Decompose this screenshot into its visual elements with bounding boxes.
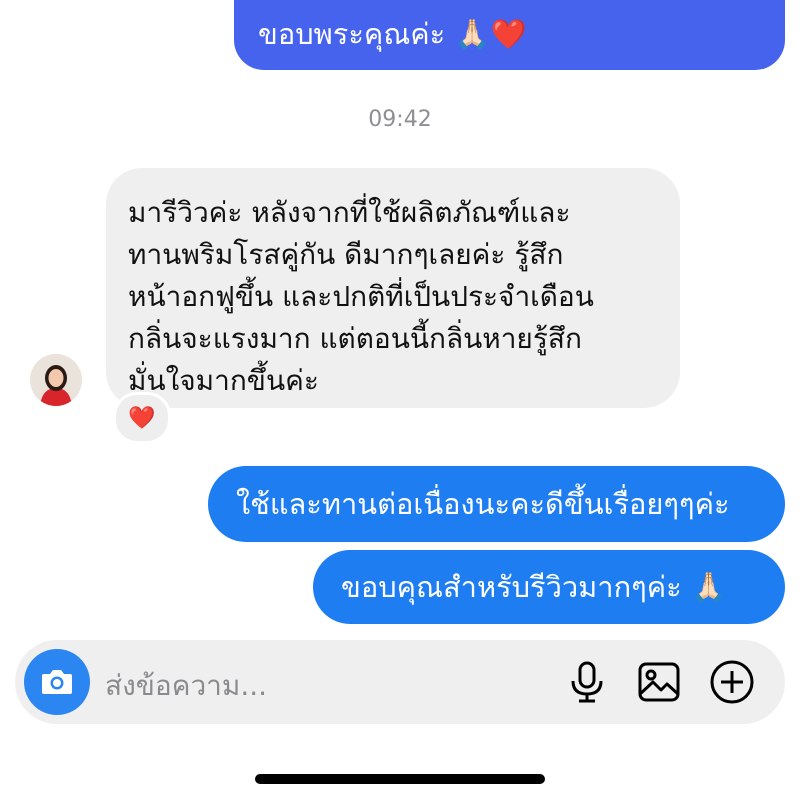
add-button[interactable] [708,658,756,706]
heart-reaction[interactable]: ❤️ [113,392,171,444]
microphone-icon [571,661,603,703]
image-icon [638,662,680,702]
camera-icon [42,670,72,694]
message-composer: ส่งข้อความ... [15,640,785,724]
incoming-message-line: หน้าอกฟูขึ้น และปกติที่เป็นประจำเดือน [128,280,594,313]
incoming-message-line: มารีวิวค่ะ หลังจากที่ใช้ผลิตภัณฑ์และ [128,196,571,229]
incoming-message-line: ทานพริมโรสคู่กัน ดีมากๆเลยค่ะ รู้สึก [128,238,564,271]
camera-button[interactable] [24,649,90,715]
heart-icon: ❤️ [128,405,156,431]
outgoing-message-bubble[interactable]: ขอบคุณสำหรับรีวิวมากๆค่ะ 🙏🏻 [313,550,785,624]
outgoing-message-text: ขอบพระคุณค่ะ 🙏🏻❤️ [258,17,527,51]
outgoing-message-bubble[interactable]: ใช้และทานต่อเนื่องนะคะดีขึ้นเรื่อยๆๆค่ะ [208,466,785,542]
incoming-message-line: กลิ่นจะแรงมาก แต่ตอนนี้กลิ่นหายรู้สึก [128,322,582,355]
plus-icon [710,660,754,704]
home-indicator [255,774,545,784]
incoming-message-bubble[interactable]: มารีวิวค่ะ หลังจากที่ใช้ผลิตภัณฑ์และ ทาน… [106,168,680,408]
microphone-button[interactable] [563,658,611,706]
outgoing-message-text: ใช้และทานต่อเนื่องนะคะดีขึ้นเรื่อยๆๆค่ะ [236,487,730,521]
incoming-message-line: มั่นใจมากขึ้นค่ะ [128,364,319,397]
image-button[interactable] [635,658,683,706]
outgoing-message-bubble[interactable]: ขอบพระคุณค่ะ 🙏🏻❤️ [234,0,785,70]
message-timestamp: 09:42 [368,107,432,132]
avatar[interactable] [30,354,82,406]
message-input[interactable]: ส่งข้อความ... [105,664,267,708]
outgoing-message-text: ขอบคุณสำหรับรีวิวมากๆค่ะ 🙏🏻 [341,570,728,604]
